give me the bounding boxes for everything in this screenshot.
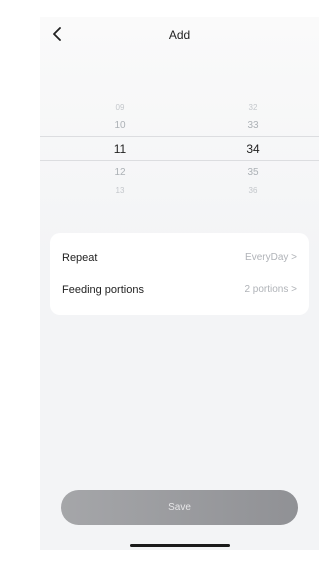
hour-option[interactable]: 09	[90, 103, 150, 112]
hour-option[interactable]: 12	[90, 167, 150, 178]
settings-card: Repeat EveryDay > Feeding portions 2 por…	[50, 233, 309, 315]
save-button[interactable]: Save	[61, 490, 298, 525]
hour-option-selected[interactable]: 11	[90, 142, 150, 156]
hour-option[interactable]: 10	[90, 120, 150, 131]
minute-option-selected[interactable]: 34	[223, 142, 283, 156]
page-title: Add	[168, 28, 191, 42]
minute-option[interactable]: 32	[223, 103, 283, 112]
time-picker[interactable]: 09 10 11 12 13 32 33 34 35 36	[40, 93, 319, 219]
hour-wheel[interactable]: 09 10 11 12 13	[90, 93, 150, 219]
minute-option[interactable]: 33	[223, 120, 283, 131]
minute-wheel[interactable]: 32 33 34 35 36	[223, 93, 283, 219]
repeat-row[interactable]: Repeat EveryDay >	[50, 240, 309, 274]
hour-option[interactable]: 13	[90, 186, 150, 195]
minute-option[interactable]: 35	[223, 167, 283, 178]
header: Add	[40, 17, 319, 53]
home-indicator	[130, 544, 230, 547]
feeding-portions-label: Feeding portions	[62, 284, 144, 296]
repeat-label: Repeat	[62, 252, 98, 264]
app-screen: Add 09 10 11 12 13 32 33 34 35 36 Repeat…	[40, 17, 319, 550]
minute-option[interactable]: 36	[223, 186, 283, 195]
feeding-portions-value: 2 portions >	[244, 284, 297, 295]
feeding-portions-row[interactable]: Feeding portions 2 portions >	[50, 272, 309, 306]
repeat-value: EveryDay >	[245, 252, 297, 263]
